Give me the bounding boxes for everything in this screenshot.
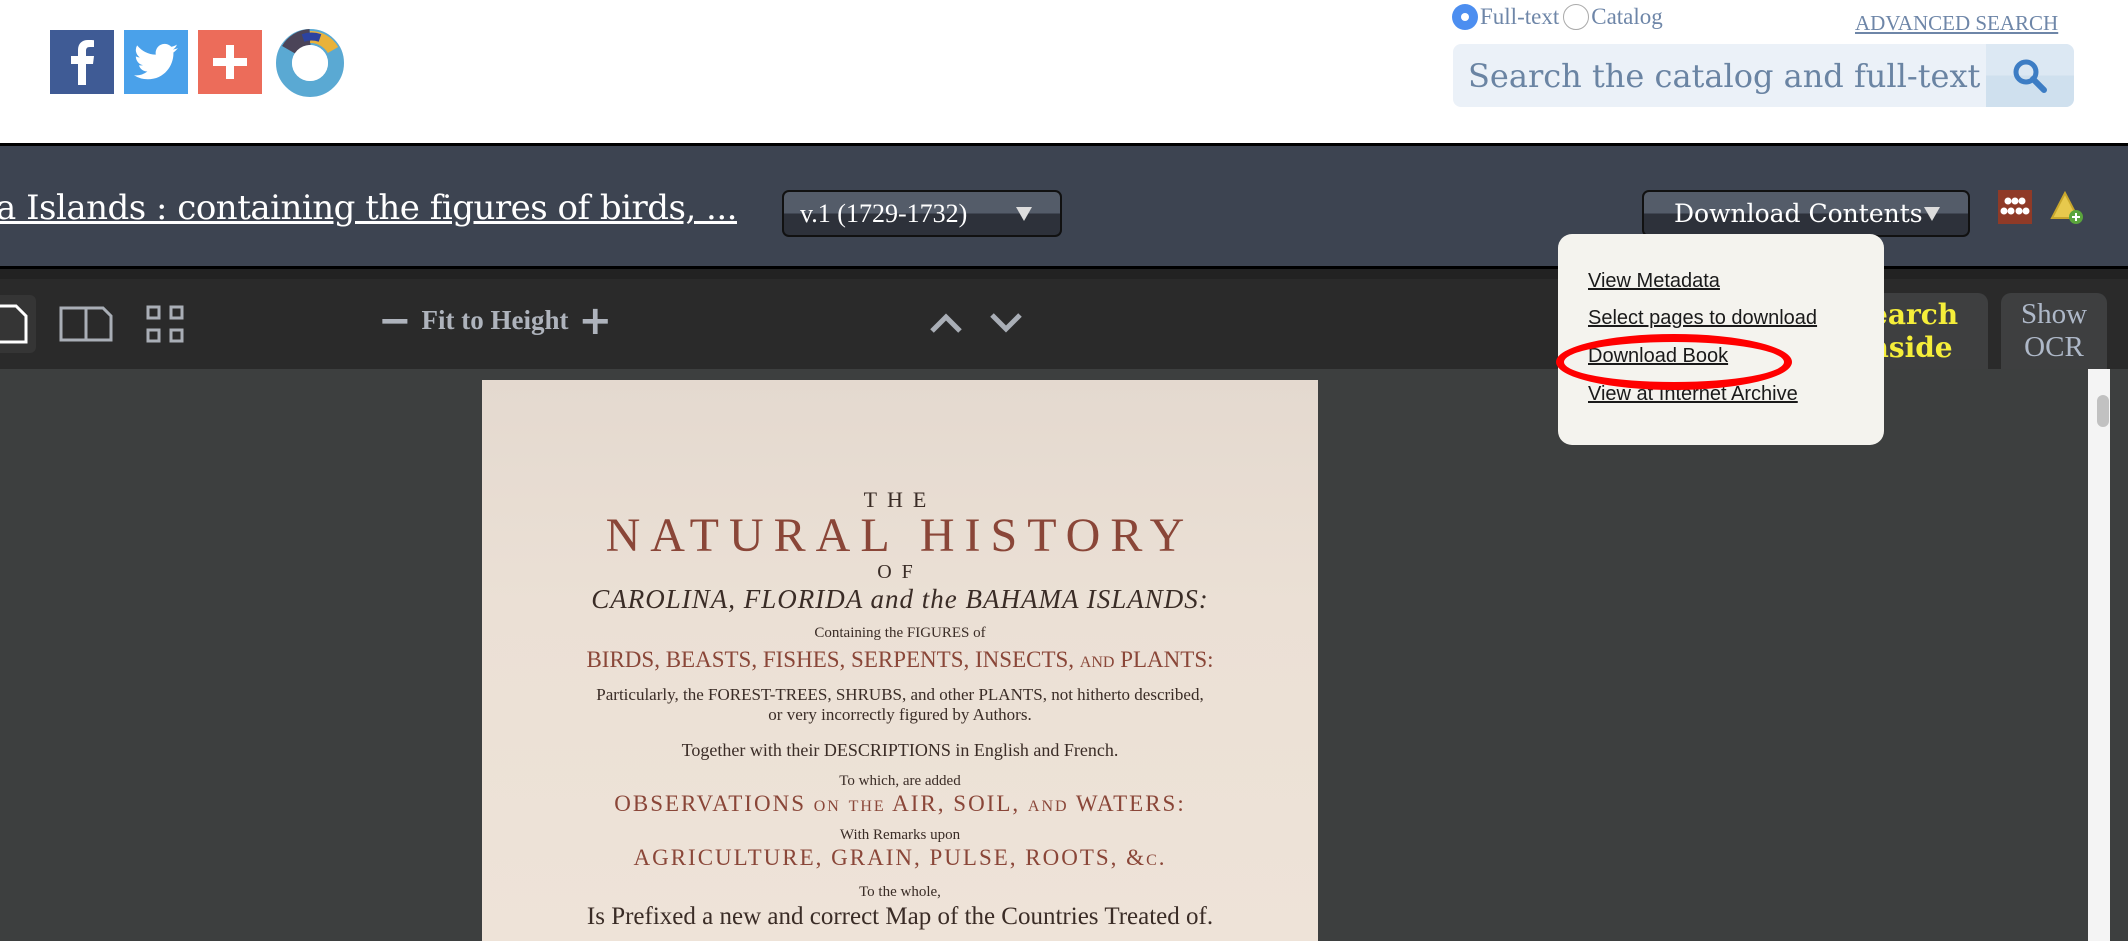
- grid-icon: [146, 305, 184, 343]
- scrollbar-thumb[interactable]: [2097, 395, 2109, 427]
- mendeley-icon: [1998, 190, 2032, 224]
- download-contents-label: Download Contents: [1674, 199, 1923, 228]
- page-line: With Remarks upon: [839, 827, 961, 843]
- download-contents-menu: View Metadata Select pages to download D…: [1558, 234, 1884, 445]
- two-page-icon: [59, 306, 113, 342]
- report-problem-button[interactable]: [2050, 190, 2084, 224]
- chevron-down-icon: [990, 313, 1022, 333]
- chevron-up-icon: [930, 313, 962, 333]
- twitter-icon: [134, 43, 178, 80]
- show-ocr-label-line1: Show: [2020, 298, 2088, 330]
- zoom-out-button[interactable]: −: [378, 301, 412, 341]
- search-input[interactable]: [1453, 44, 1987, 107]
- fulltext-radio[interactable]: [1452, 4, 1478, 30]
- next-page-button[interactable]: [986, 303, 1026, 343]
- page-line: Particularly, the FOREST-TREES, SHRUBS, …: [596, 685, 1204, 704]
- viewer-scrollbar[interactable]: [2088, 369, 2110, 941]
- menu-item-view-metadata[interactable]: View Metadata: [1588, 270, 1720, 293]
- book-page-image: THE NATURAL HISTORY OF CAROLINA, FLORIDA…: [482, 380, 1318, 941]
- page-line: BIRDS, BEASTS, FISHES, SERPENTS, INSECTS…: [586, 647, 1214, 672]
- book-title-link[interactable]: a Islands : containing the figures of bi…: [0, 188, 737, 228]
- menu-item-download-book[interactable]: Download Book: [1588, 345, 1728, 368]
- page-line: Together with their DESCRIPTIONS in Engl…: [681, 740, 1119, 760]
- page-line: To which, are added: [839, 773, 961, 789]
- previous-page-button[interactable]: [926, 303, 966, 343]
- show-ocr-tab[interactable]: Show OCR: [2001, 293, 2107, 369]
- chevron-down-icon: [1924, 207, 1940, 221]
- book-viewer: THE NATURAL HISTORY OF CAROLINA, FLORIDA…: [0, 369, 2128, 941]
- altmetric-badge[interactable]: [275, 28, 345, 98]
- fulltext-radio-label[interactable]: Full-text: [1480, 4, 1559, 30]
- site-header: Full-text Catalog ADVANCED SEARCH: [0, 0, 2128, 143]
- search-box: [1453, 44, 2074, 107]
- show-ocr-label-line2: OCR: [2024, 331, 2084, 363]
- facebook-icon: [71, 40, 94, 85]
- altmetric-icon: [276, 29, 344, 97]
- twitter-share-button[interactable]: [124, 30, 188, 94]
- single-page-icon: [0, 304, 28, 344]
- page-line: OBSERVATIONS on the AIR, SOIL, and WATER…: [614, 791, 1186, 816]
- mendeley-button[interactable]: [1998, 190, 2032, 224]
- page-line: AGRICULTURE, GRAIN, PULSE, ROOTS, &c.: [633, 845, 1167, 870]
- volume-select[interactable]: v.1 (1729-1732): [782, 190, 1062, 237]
- page-line: NATURAL HISTORY: [605, 509, 1195, 562]
- search-button[interactable]: [1986, 44, 2074, 107]
- page-line: or very incorrectly figured by Authors.: [768, 705, 1032, 724]
- add-share-button[interactable]: [198, 30, 262, 94]
- plus-icon: [213, 45, 247, 79]
- menu-item-view-internet-archive[interactable]: View at Internet Archive: [1588, 383, 1798, 406]
- page-line: OF: [877, 561, 923, 583]
- catalog-radio-label[interactable]: Catalog: [1591, 4, 1663, 30]
- two-page-view-button[interactable]: [56, 295, 116, 353]
- page-line: To the whole,: [859, 884, 941, 900]
- chevron-down-icon: [1016, 207, 1032, 221]
- menu-item-select-pages[interactable]: Select pages to download: [1588, 307, 1817, 330]
- page-line: Is Prefixed a new and correct Map of the…: [586, 903, 1214, 930]
- warning-add-icon: [2050, 190, 2083, 224]
- facebook-share-button[interactable]: [50, 30, 114, 94]
- search-scope-group: Full-text Catalog: [1452, 4, 1667, 30]
- zoom-in-button[interactable]: +: [579, 301, 613, 341]
- volume-select-value: v.1 (1729-1732): [800, 198, 968, 228]
- zoom-level-label: Fit to Height: [421, 305, 569, 335]
- advanced-search-link[interactable]: ADVANCED SEARCH: [1855, 11, 2058, 36]
- page-line: Containing the FIGURES of: [814, 625, 986, 641]
- search-icon: [2013, 59, 2047, 93]
- zoom-controls: − Fit to Height +: [378, 301, 613, 341]
- thumbnail-view-button[interactable]: [142, 295, 188, 353]
- page-line: CAROLINA, FLORIDA and the BAHAMA ISLANDS…: [591, 584, 1209, 614]
- single-page-view-button[interactable]: [0, 295, 36, 353]
- download-contents-button[interactable]: Download Contents: [1642, 190, 1970, 237]
- catalog-radio[interactable]: [1563, 4, 1590, 30]
